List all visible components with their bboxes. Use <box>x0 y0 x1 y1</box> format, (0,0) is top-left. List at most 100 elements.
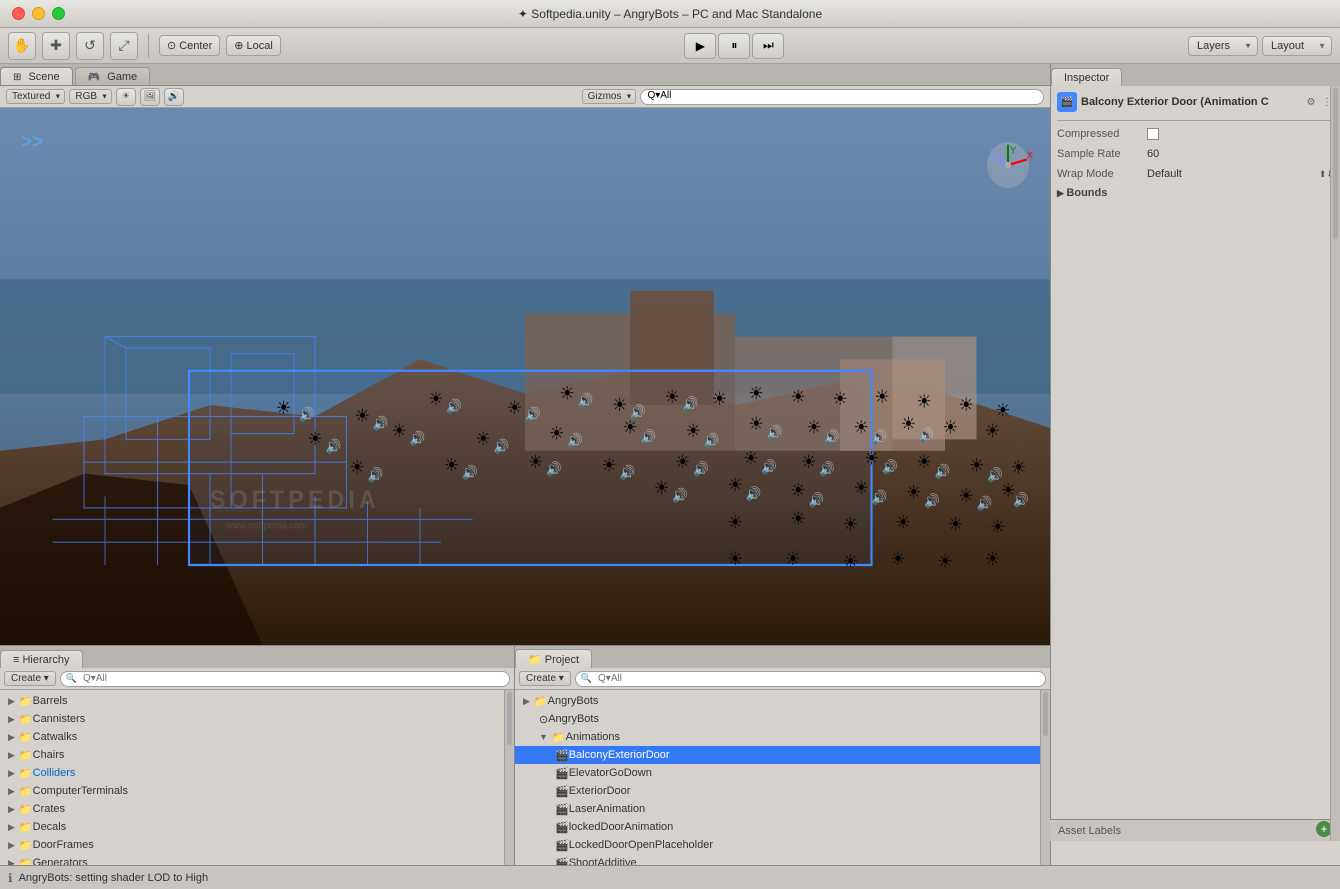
folder-icon: 📁 <box>534 695 548 708</box>
hierarchy-item-chairs[interactable]: ▶ 📁 Chairs <box>0 746 504 764</box>
svg-text:☀: ☀ <box>853 478 868 499</box>
compressed-checkbox[interactable] <box>1147 128 1159 140</box>
project-item-shootadditive[interactable]: 🎬 ShootAdditive <box>515 854 1040 865</box>
tab-game[interactable]: 🎮 Game <box>75 67 150 85</box>
tab-project[interactable]: 📁 Project <box>515 649 592 668</box>
svg-text:☀: ☀ <box>444 455 459 476</box>
center-button[interactable]: ⊙ Center <box>159 35 220 56</box>
arrow-icon: ▶ <box>8 804 15 815</box>
svg-text:☀: ☀ <box>985 420 1000 441</box>
hierarchy-item-doorframes[interactable]: ▶ 📁 DoorFrames <box>0 836 504 854</box>
arrow-icon: ▼ <box>539 732 548 742</box>
render-button[interactable]: 🖼 <box>140 88 160 106</box>
hierarchy-search-icon: 🔍 <box>66 673 77 684</box>
move-tool-button[interactable]: ✚ <box>42 32 70 60</box>
folder-icon: 📁 <box>19 767 33 780</box>
svg-text:🔊: 🔊 <box>462 464 478 482</box>
inspector-scrollbar[interactable] <box>1330 86 1340 841</box>
svg-text:Z: Z <box>989 148 995 159</box>
project-create-button[interactable]: Create ▾ <box>519 671 571 686</box>
svg-text:☀: ☀ <box>943 417 958 438</box>
asset-title: Balcony Exterior Door (Animation C <box>1081 96 1300 108</box>
gizmos-dropdown[interactable]: Gizmos <box>582 89 637 104</box>
inspector-compressed-row: Compressed <box>1057 125 1334 143</box>
project-item-laseranimation[interactable]: 🎬 LaserAnimation <box>515 800 1040 818</box>
inspector-bounds-section[interactable]: Bounds <box>1057 187 1334 199</box>
project-item-exteriordoor[interactable]: 🎬 ExteriorDoor <box>515 782 1040 800</box>
hierarchy-create-button[interactable]: Create ▾ <box>4 671 56 686</box>
tab-inspector[interactable]: Inspector <box>1051 68 1122 86</box>
hand-tool-button[interactable]: ✋ <box>8 32 36 60</box>
project-search-input[interactable] <box>592 671 1040 687</box>
svg-text:☀: ☀ <box>874 386 889 407</box>
svg-text:🔊: 🔊 <box>824 428 840 446</box>
svg-text:☀: ☀ <box>1011 457 1026 478</box>
project-item-animations-folder[interactable]: ▼ 📁 Animations <box>515 728 1040 746</box>
local-button[interactable]: ⊕ Local <box>226 35 281 56</box>
svg-text:🔊: 🔊 <box>976 494 992 512</box>
rgb-dropdown[interactable]: RGB <box>69 89 112 104</box>
audio-button[interactable]: 🔊 <box>164 88 184 106</box>
project-item-elevatorgodown[interactable]: 🎬 ElevatorGoDown <box>515 764 1040 782</box>
project-item-lockeddooranimation[interactable]: 🎬 lockedDoorAnimation <box>515 818 1040 836</box>
step-button[interactable]: ⏭ <box>752 33 784 59</box>
project-item-balconyexteriordoor[interactable]: 🎬 BalconyExteriorDoor <box>515 746 1040 764</box>
scene-search-input[interactable]: Q▾All <box>640 89 1044 105</box>
project-item-angrybots-folder[interactable]: ▶ 📁 AngryBots <box>515 692 1040 710</box>
hierarchy-item-cannisters[interactable]: ▶ 📁 Cannisters <box>0 710 504 728</box>
rotate-tool-button[interactable]: ↺ <box>76 32 104 60</box>
traffic-lights[interactable] <box>12 7 65 20</box>
project-scrollbar[interactable] <box>1040 690 1050 865</box>
svg-text:☀: ☀ <box>916 451 931 472</box>
svg-text:🔊: 🔊 <box>578 392 594 410</box>
svg-text:☀: ☀ <box>664 386 679 407</box>
svg-text:🔊: 🔊 <box>935 462 951 480</box>
tab-hierarchy[interactable]: ≡ Hierarchy <box>0 650 83 668</box>
svg-text:www.softpedia.com: www.softpedia.com <box>225 520 307 531</box>
svg-text:☀: ☀ <box>864 448 879 469</box>
scene-tabs: ⊞ Scene 🎮 Game <box>0 64 1050 86</box>
textured-dropdown[interactable]: Textured <box>6 89 65 104</box>
project-item-lockeddooropenplaceholder[interactable]: 🎬 LockedDoorOpenPlaceholder <box>515 836 1040 854</box>
hierarchy-item-decals[interactable]: ▶ 📁 Decals <box>0 818 504 836</box>
svg-text:🔊: 🔊 <box>882 458 898 476</box>
scene-viewport[interactable]: ☀ ☀ ☀ ☀ ☀ ☀ ☀ ☀ ☀ ☀ ☀ ☀ ☀ ☀ ☀ ☀ ☀ <box>0 108 1050 645</box>
hierarchy-item-catwalks[interactable]: ▶ 📁 Catwalks <box>0 728 504 746</box>
main-toolbar: ✋ ✚ ↺ ⤢ ⊙ Center ⊕ Local ▶ ⏸ ⏭ Layers La… <box>0 28 1340 64</box>
hierarchy-toolbar: Create ▾ 🔍 <box>0 668 514 690</box>
maximize-button[interactable] <box>52 7 65 20</box>
hierarchy-item-colliders[interactable]: ▶ 📁 Colliders <box>0 764 504 782</box>
wrapmode-label: Wrap Mode <box>1057 168 1147 180</box>
wrapmode-value: Default <box>1147 168 1182 180</box>
arrow-icon: ▶ <box>8 786 15 797</box>
hierarchy-scrollbar[interactable] <box>504 690 514 865</box>
svg-text:☀: ☀ <box>685 420 700 441</box>
project-toolbar: Create ▾ 🔍 <box>515 668 1050 690</box>
tab-scene[interactable]: ⊞ Scene <box>0 67 73 85</box>
play-button[interactable]: ▶ <box>684 33 716 59</box>
scale-tool-button[interactable]: ⤢ <box>110 32 138 60</box>
project-item-angrybots-obj[interactable]: ⊙ AngryBots <box>515 710 1040 728</box>
hierarchy-item-computerterminals[interactable]: ▶ 📁 ComputerTerminals <box>0 782 504 800</box>
svg-text:☀: ☀ <box>958 394 973 415</box>
svg-text:☀: ☀ <box>806 417 821 438</box>
arrow-icon: ▶ <box>8 822 15 833</box>
hierarchy-item-barrels[interactable]: ▶ 📁 Barrels <box>0 692 504 710</box>
project-list: ▶ 📁 AngryBots ⊙ AngryBots ▼ 📁 <box>515 690 1040 865</box>
layers-dropdown[interactable]: Layers <box>1188 36 1258 56</box>
hierarchy-item-crates[interactable]: ▶ 📁 Crates <box>0 800 504 818</box>
hierarchy-search-input[interactable] <box>77 671 504 687</box>
pause-button[interactable]: ⏸ <box>718 33 750 59</box>
inspector-settings-button[interactable]: ⚙ <box>1304 95 1318 109</box>
svg-text:🔊: 🔊 <box>299 405 315 423</box>
svg-text:☀: ☀ <box>785 548 800 569</box>
close-button[interactable] <box>12 7 25 20</box>
svg-text:☀: ☀ <box>948 514 963 535</box>
lighting-button[interactable]: ☀ <box>116 88 136 106</box>
hierarchy-item-generators[interactable]: ▶ 📁 Generators <box>0 854 504 865</box>
layout-dropdown[interactable]: Layout <box>1262 36 1332 56</box>
svg-text:☀: ☀ <box>790 386 805 407</box>
svg-text:🔊: 🔊 <box>761 458 777 476</box>
svg-text:☀: ☀ <box>901 414 916 435</box>
minimize-button[interactable] <box>32 7 45 20</box>
